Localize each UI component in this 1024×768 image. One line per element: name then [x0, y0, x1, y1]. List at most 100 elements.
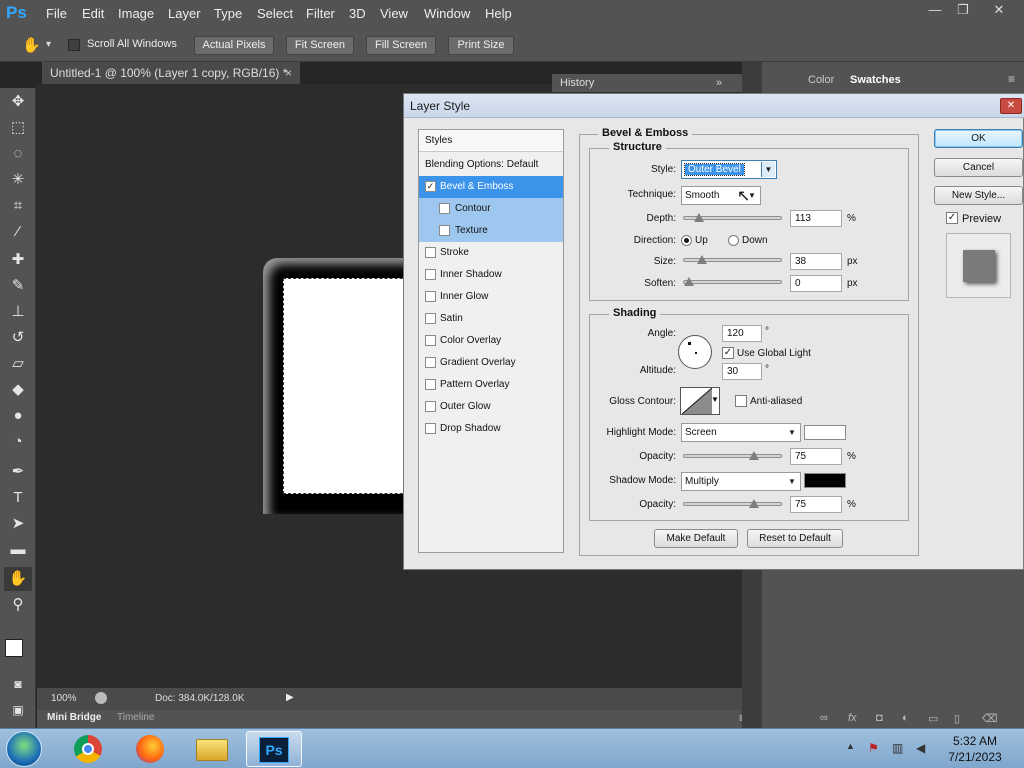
document-close-icon[interactable]: × [285, 62, 292, 84]
menu-view[interactable]: View [380, 6, 408, 21]
ok-button[interactable]: OK [934, 129, 1023, 148]
taskbar-clock[interactable]: 5:32 AM 7/21/2023 [940, 733, 1010, 765]
fit-screen-button[interactable]: Fit Screen [286, 36, 354, 55]
menu-3d[interactable]: 3D [349, 6, 366, 21]
style-item-checkbox[interactable] [425, 269, 436, 280]
move-tool-icon[interactable]: ✥ [4, 90, 32, 114]
highlight-opacity-input[interactable]: 75 [790, 448, 842, 465]
menu-edit[interactable]: Edit [82, 6, 104, 21]
menu-window[interactable]: Window [424, 6, 470, 21]
eraser-tool-icon[interactable]: ▱ [4, 352, 32, 376]
style-item-color-overlay[interactable]: Color Overlay [419, 330, 563, 352]
adjustment-layer-icon[interactable]: ◐ [902, 712, 909, 724]
style-item-checkbox[interactable]: ✓ [425, 181, 436, 192]
history-collapse-icon[interactable]: » [716, 74, 722, 92]
zoom-tool-icon[interactable]: ⚲ [4, 593, 32, 617]
tray-expand-icon[interactable]: ▲ [846, 741, 855, 751]
photoshop-taskbar-icon[interactable]: Ps [246, 731, 302, 767]
mini-bridge-tab[interactable]: Mini Bridge [47, 712, 101, 723]
brush-tool-icon[interactable]: ✎ [4, 274, 32, 298]
highlight-mode-arrow-icon[interactable]: ▼ [785, 425, 799, 440]
clone-stamp-tool-icon[interactable]: ⊥ [4, 300, 32, 324]
screen-mode-icon[interactable]: ▣ [4, 698, 32, 722]
preview-checkbox[interactable]: ✓ [946, 212, 958, 224]
windows-start-icon[interactable] [6, 731, 42, 767]
paint-bucket-tool-icon[interactable]: ◆ [4, 378, 32, 402]
tray-network-icon[interactable]: ▥ [892, 741, 903, 755]
size-slider-thumb[interactable] [697, 255, 708, 264]
style-item-checkbox[interactable] [425, 313, 436, 324]
history-brush-tool-icon[interactable]: ↺ [4, 326, 32, 350]
style-item-checkbox[interactable] [425, 291, 436, 302]
right-panel-menu-icon[interactable]: ≡ [1008, 72, 1015, 86]
depth-slider-thumb[interactable] [693, 213, 704, 222]
shadow-mode-arrow-icon[interactable]: ▼ [785, 474, 799, 489]
shadow-mode-dropdown[interactable]: Multiply ▼ [681, 472, 801, 491]
tool-preset-arrow-icon[interactable]: ▾ [46, 39, 51, 50]
layer-style-icon[interactable]: fx [848, 712, 857, 724]
zoom-level[interactable]: 100% [51, 693, 77, 704]
lasso-tool-icon[interactable]: ◌ [4, 142, 32, 166]
style-item-inner-glow[interactable]: Inner Glow [419, 286, 563, 308]
styles-header[interactable]: Styles [419, 130, 563, 152]
tray-flag-icon[interactable]: ⚑ [868, 741, 879, 755]
menu-select[interactable]: Select [257, 6, 293, 21]
style-item-checkbox[interactable] [425, 335, 436, 346]
blur-tool-icon[interactable]: ● [4, 404, 32, 428]
document-tab[interactable]: Untitled-1 @ 100% (Layer 1 copy, RGB/16)… [42, 62, 300, 84]
style-dropdown[interactable]: Outer Bevel ▼ [681, 160, 777, 179]
style-item-checkbox[interactable] [425, 423, 436, 434]
quick-mask-icon[interactable]: ◙ [4, 672, 32, 696]
type-tool-icon[interactable]: T [4, 486, 32, 510]
dialog-close-icon[interactable]: ✕ [1000, 98, 1022, 114]
fill-screen-button[interactable]: Fill Screen [366, 36, 436, 55]
healing-brush-tool-icon[interactable]: ✚ [4, 248, 32, 272]
chrome-icon[interactable] [60, 731, 116, 767]
file-explorer-icon[interactable] [184, 731, 240, 767]
highlight-opacity-slider[interactable] [683, 451, 782, 460]
new-style-button[interactable]: New Style... [934, 186, 1023, 205]
menu-layer[interactable]: Layer [168, 6, 201, 21]
style-item-blending-options-default[interactable]: Blending Options: Default [419, 154, 563, 176]
crop-tool-icon[interactable]: ⌗ [4, 194, 32, 218]
angle-input[interactable]: 120 [722, 325, 762, 342]
style-item-outer-glow[interactable]: Outer Glow [419, 396, 563, 418]
highlight-color-swatch[interactable] [804, 425, 846, 440]
gloss-contour-picker[interactable]: ▼ [680, 387, 720, 415]
delete-layer-icon[interactable]: ⌫ [982, 712, 998, 725]
dodge-tool-icon[interactable]: ◔ [4, 430, 32, 454]
style-item-inner-shadow[interactable]: Inner Shadow [419, 264, 563, 286]
hand-tool-icon[interactable]: ✋ [22, 36, 41, 54]
anti-aliased-checkbox[interactable] [735, 395, 747, 407]
direction-down-radio[interactable] [728, 235, 739, 246]
use-global-light-checkbox[interactable]: ✓ [722, 347, 734, 359]
size-slider[interactable] [683, 255, 782, 264]
hand-tool-active-icon[interactable]: ✋ [4, 567, 32, 591]
highlight-mode-dropdown[interactable]: Screen ▼ [681, 423, 801, 442]
firefox-icon[interactable] [122, 731, 178, 767]
menu-type[interactable]: Type [214, 6, 242, 21]
print-size-button[interactable]: Print Size [448, 36, 514, 55]
soften-slider[interactable] [683, 277, 782, 286]
rectangle-tool-icon[interactable]: ▬ [4, 538, 32, 562]
reset-to-default-button[interactable]: Reset to Default [747, 529, 843, 548]
menu-image[interactable]: Image [118, 6, 154, 21]
depth-input[interactable]: 113 [790, 210, 842, 227]
style-item-checkbox[interactable] [439, 203, 450, 214]
style-item-pattern-overlay[interactable]: Pattern Overlay [419, 374, 563, 396]
angle-dial[interactable] [678, 335, 712, 369]
make-default-button[interactable]: Make Default [654, 529, 738, 548]
cancel-button[interactable]: Cancel [934, 158, 1023, 177]
path-selection-tool-icon[interactable]: ➤ [4, 512, 32, 536]
gloss-contour-arrow-icon[interactable]: ▼ [711, 395, 719, 404]
style-item-checkbox[interactable] [439, 225, 450, 236]
style-item-contour[interactable]: Contour [419, 198, 563, 220]
actual-pixels-button[interactable]: Actual Pixels [194, 36, 274, 55]
foreground-color-swatch[interactable] [5, 639, 23, 657]
timeline-tab[interactable]: Timeline [117, 712, 154, 723]
dialog-titlebar[interactable]: Layer Style ✕ [404, 94, 1024, 118]
close-icon[interactable]: ✕ [984, 2, 1014, 20]
new-group-icon[interactable]: ▭ [928, 712, 938, 725]
style-item-checkbox[interactable] [425, 379, 436, 390]
minimize-icon[interactable]: — [920, 2, 950, 20]
